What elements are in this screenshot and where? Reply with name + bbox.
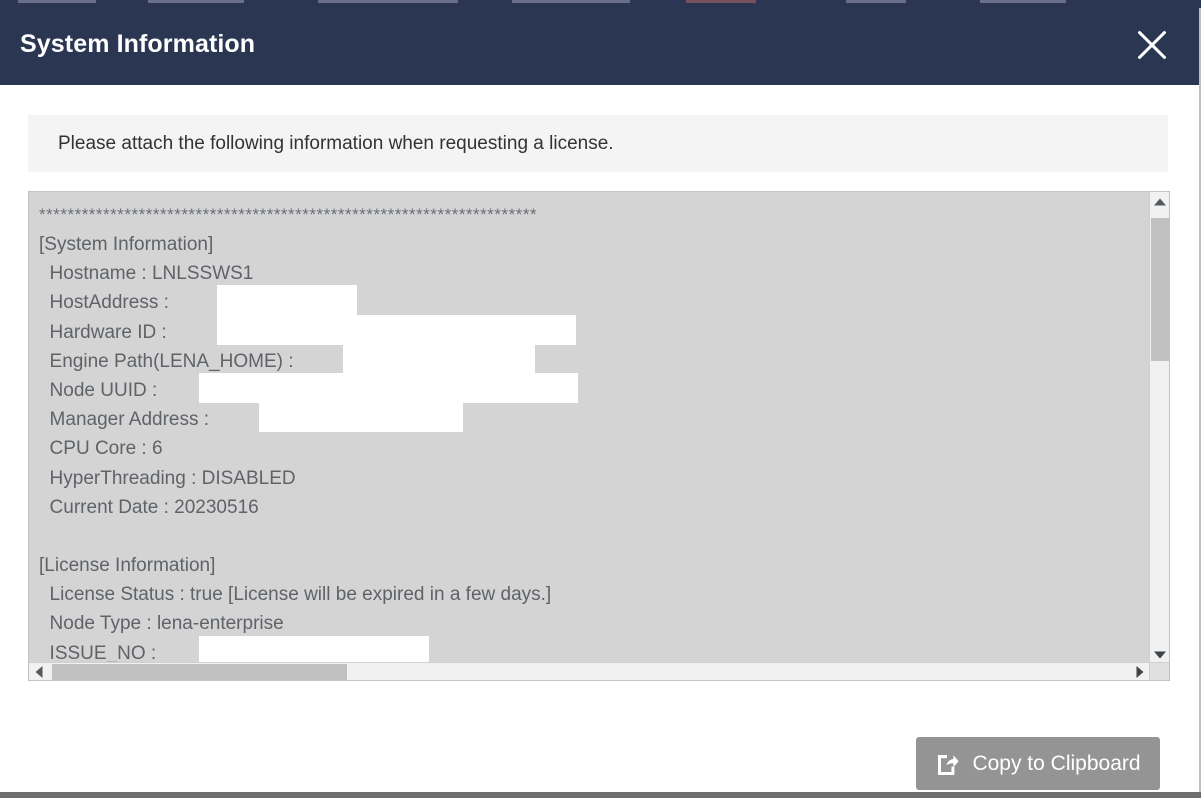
redacted-value xyxy=(343,344,535,374)
copy-to-clipboard-button[interactable]: Copy to Clipboard xyxy=(916,737,1160,790)
info-line-text: Hostname : LNLSSWS1 xyxy=(39,263,253,284)
scrollbar-corner xyxy=(1149,662,1169,680)
dialog-footer: Copy to Clipboard xyxy=(0,705,1201,788)
info-line: Node UUID : xyxy=(39,376,1149,405)
notice-text: Please attach the following information … xyxy=(58,133,614,155)
info-line: [License Information] xyxy=(39,551,1149,580)
scroll-left-icon[interactable] xyxy=(29,663,48,680)
vertical-scrollbar-thumb[interactable] xyxy=(1151,218,1169,361)
info-line: Engine Path(LENA_HOME) : xyxy=(39,347,1149,376)
redacted-value xyxy=(217,285,357,315)
system-info-content: ****************************************… xyxy=(29,192,1149,664)
scroll-right-icon[interactable] xyxy=(1130,663,1149,680)
dialog-header: System Information xyxy=(0,4,1201,85)
system-information-dialog: System Information Please attach the fol… xyxy=(0,4,1201,788)
info-line-text: License Status : true [License will be e… xyxy=(39,584,551,605)
redacted-value xyxy=(199,373,578,403)
info-line: HyperThreading : DISABLED xyxy=(39,464,1149,493)
dialog-title: System Information xyxy=(20,30,255,59)
info-line-text: CPU Core : 6 xyxy=(39,438,163,459)
info-blank-line xyxy=(39,522,1149,551)
redacted-value xyxy=(259,402,463,432)
info-line-text: Hardware ID : xyxy=(39,322,172,343)
info-line: Hostname : LNLSSWS1 xyxy=(39,259,1149,288)
window-bottom-rule xyxy=(0,792,1201,798)
dialog-body: Please attach the following information … xyxy=(0,85,1201,705)
info-line: ISSUE_NO : xyxy=(39,639,1149,664)
info-line-text: [License Information] xyxy=(39,555,215,576)
info-line: Current Date : 20230516 xyxy=(39,493,1149,522)
info-line-text: Node Type : lena-enterprise xyxy=(39,613,284,634)
info-line-text: HyperThreading : DISABLED xyxy=(39,468,296,489)
copy-to-clipboard-label: Copy to Clipboard xyxy=(972,752,1140,776)
info-line: Node Type : lena-enterprise xyxy=(39,609,1149,638)
vertical-scrollbar[interactable] xyxy=(1149,192,1169,664)
redacted-value xyxy=(199,636,429,664)
redacted-value xyxy=(217,315,576,345)
info-line: CPU Core : 6 xyxy=(39,434,1149,463)
close-icon[interactable] xyxy=(1129,22,1175,68)
info-line: Hardware ID : xyxy=(39,318,1149,347)
info-line: HostAddress : xyxy=(39,288,1149,317)
share-export-icon xyxy=(935,752,959,776)
info-line-text: Engine Path(LENA_HOME) : xyxy=(39,351,299,372)
system-info-textarea[interactable]: ****************************************… xyxy=(28,191,1170,681)
info-line: [System Information] xyxy=(39,230,1149,259)
separator-line: ****************************************… xyxy=(39,202,1149,230)
info-line: License Status : true [License will be e… xyxy=(39,580,1149,609)
info-line-text: Node UUID : xyxy=(39,380,163,401)
horizontal-scrollbar[interactable] xyxy=(29,662,1149,680)
info-line-text: Current Date : 20230516 xyxy=(39,497,259,518)
info-line-text: HostAddress : xyxy=(39,292,174,313)
horizontal-scrollbar-thumb[interactable] xyxy=(52,664,347,680)
info-line-text: Manager Address : xyxy=(39,409,214,430)
info-line-text: ISSUE_NO : xyxy=(39,643,161,664)
scroll-up-icon[interactable] xyxy=(1150,192,1169,211)
notice-banner: Please attach the following information … xyxy=(28,115,1168,172)
info-line: Manager Address : xyxy=(39,405,1149,434)
info-line-text: [System Information] xyxy=(39,234,213,255)
